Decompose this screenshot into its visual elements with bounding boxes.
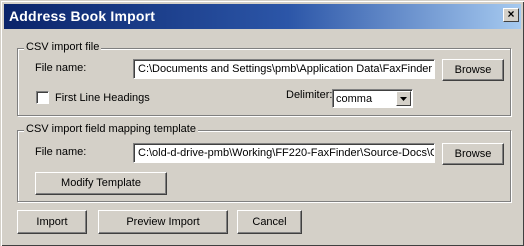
cancel-button[interactable]: Cancel [237, 210, 302, 234]
csv-file-name-input[interactable]: C:\Documents and Settings\pmb\Applicatio… [133, 59, 435, 79]
delimiter-select[interactable]: comma [332, 89, 413, 108]
modify-template-button[interactable]: Modify Template [35, 172, 167, 195]
mapping-browse-button[interactable]: Browse [442, 143, 504, 165]
delimiter-dropdown-button[interactable] [396, 91, 411, 106]
mapping-file-name-label: File name: [35, 146, 87, 158]
delimiter-value: comma [336, 93, 373, 105]
chevron-down-icon [400, 97, 407, 101]
csv-import-file-legend: CSV import file [24, 41, 102, 53]
mapping-file-name-input[interactable]: C:\old-d-drive-pmb\Working\FF220-FaxFind… [133, 143, 435, 163]
first-line-headings-label: First Line Headings [55, 92, 150, 104]
field-mapping-legend: CSV import field mapping template [24, 123, 198, 135]
first-line-headings-checkbox[interactable] [36, 91, 49, 104]
window-title: Address Book Import [9, 8, 156, 24]
csv-browse-button[interactable]: Browse [442, 59, 504, 81]
close-icon: × [507, 7, 515, 21]
csv-file-name-label: File name: [35, 62, 87, 74]
address-book-import-dialog: Address Book Import × CSV import file Fi… [0, 0, 524, 246]
title-bar[interactable]: Address Book Import × [4, 4, 521, 29]
delimiter-label: Delimiter: [286, 89, 333, 101]
import-button[interactable]: Import [17, 210, 87, 234]
close-button[interactable]: × [503, 8, 519, 22]
preview-import-button[interactable]: Preview Import [98, 210, 228, 234]
